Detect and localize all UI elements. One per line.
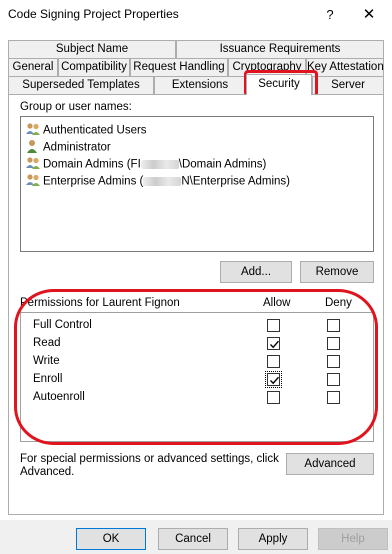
cancel-button[interactable]: Cancel: [158, 528, 228, 550]
group-names-label: Group or user names:: [20, 101, 132, 113]
users-group-icon: [25, 156, 41, 173]
ok-button[interactable]: OK: [76, 528, 146, 550]
user-list[interactable]: Authenticated Users Administrator Domain…: [20, 116, 374, 252]
list-item[interactable]: Enterprise Admins (N\Enterprise Admins): [25, 173, 290, 190]
special-permissions-text-2: Advanced.: [20, 466, 75, 478]
redacted-text: [143, 177, 182, 186]
users-group-icon: [25, 173, 41, 190]
tab-security[interactable]: Security: [246, 74, 312, 95]
title-bar: Code Signing Project Properties ? ✕: [0, 0, 392, 30]
tab-issuance-requirements[interactable]: Issuance Requirements: [176, 40, 384, 58]
tab-extensions[interactable]: Extensions: [154, 76, 246, 94]
tab-server[interactable]: Server: [312, 76, 384, 94]
remove-button[interactable]: Remove: [300, 261, 374, 283]
list-item[interactable]: Authenticated Users: [25, 122, 147, 139]
special-permissions-text: For special permissions or advanced sett…: [20, 453, 279, 465]
list-item[interactable]: Administrator: [25, 139, 111, 156]
tab-compatibility[interactable]: Compatibility: [58, 58, 130, 76]
tab-general[interactable]: General: [8, 58, 58, 76]
button-bar: OK Cancel Apply Help: [0, 520, 392, 554]
tab-superseded-templates[interactable]: Superseded Templates: [8, 76, 154, 94]
close-icon[interactable]: ✕: [357, 4, 381, 26]
help-icon[interactable]: ?: [318, 4, 342, 26]
apply-button[interactable]: Apply: [238, 528, 308, 550]
tab-subject-name[interactable]: Subject Name: [8, 40, 176, 58]
help-button[interactable]: Help: [318, 528, 388, 550]
redacted-text: [140, 160, 179, 169]
users-group-icon: [25, 122, 41, 139]
list-item[interactable]: Domain Admins (FI \Domain Admins): [25, 156, 266, 173]
permissions-highlight: [14, 289, 378, 445]
user-icon: [25, 139, 41, 156]
tab-request-handling[interactable]: Request Handling: [130, 58, 228, 76]
advanced-button[interactable]: Advanced: [286, 453, 374, 475]
add-button[interactable]: Add...: [220, 261, 292, 283]
window-title: Code Signing Project Properties: [8, 7, 179, 21]
